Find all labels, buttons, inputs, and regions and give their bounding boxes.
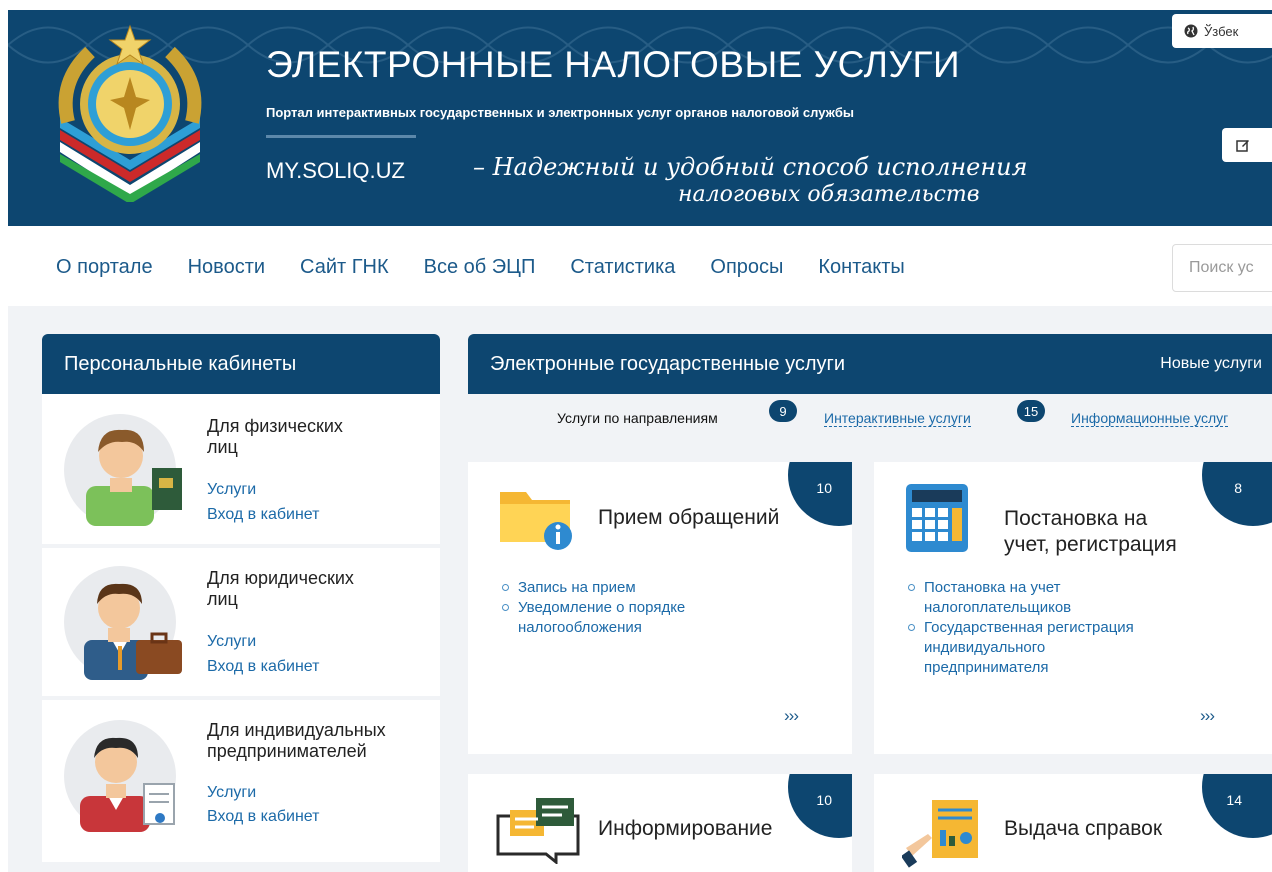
- cabinets-header: Персональные кабинеты: [42, 334, 440, 394]
- slogan-line-1: – Надежный и удобный способ исполнения: [473, 153, 1028, 181]
- certificate-icon: [902, 800, 978, 868]
- individual-person-icon: [64, 414, 182, 526]
- count-badge-number: 10: [816, 792, 832, 808]
- cabinet-title-line1: Для физических: [207, 416, 343, 436]
- service-card-appeals[interactable]: 10 Прием обращений Запись на прием Уведо…: [468, 462, 852, 754]
- nav-contacts[interactable]: Контакты: [818, 256, 904, 279]
- service-card-title-line1: Постановка на: [1004, 507, 1148, 530]
- count-badge-number: 10: [816, 480, 832, 496]
- service-card-title: Информирование: [598, 817, 773, 840]
- page-title: ЭЛЕКТРОННЫЕ НАЛОГОВЫЕ УСЛУГИ: [266, 44, 961, 85]
- cabinet-card-legal: Для юридических лиц Услуги Вход в кабине…: [42, 548, 440, 696]
- count-badge-number: 14: [1226, 792, 1242, 808]
- cabinet-services-link[interactable]: Услуги: [207, 481, 256, 499]
- service-card-informing[interactable]: 10 Информирование: [468, 774, 852, 872]
- service-link[interactable]: Запись на прием: [500, 578, 685, 598]
- folder-info-icon: [500, 492, 572, 550]
- language-switch-button[interactable]: Ўзбек: [1172, 14, 1272, 48]
- service-link-continuation[interactable]: индивидуального: [906, 638, 1134, 658]
- tab-interactive[interactable]: Интерактивные услуги: [824, 410, 971, 427]
- language-label: Ўзбек: [1204, 23, 1239, 39]
- more-arrows-link[interactable]: ›››: [1200, 706, 1215, 726]
- globe-icon: [1184, 24, 1198, 38]
- cabinet-title-line1: Для индивидуальных: [207, 720, 386, 740]
- service-card-certificates[interactable]: 14 Выдача справок: [874, 774, 1272, 872]
- service-card-title: Выдача справок: [1004, 817, 1163, 840]
- nav-ecp[interactable]: Все об ЭЦП: [424, 256, 536, 279]
- service-link-continuation[interactable]: налогоплательщиков: [906, 598, 1134, 618]
- services-title: Электронные государственные услуги: [490, 352, 845, 375]
- business-person-icon: [64, 566, 182, 680]
- cabinet-login-link[interactable]: Вход в кабинет: [207, 658, 319, 676]
- calculator-icon: [906, 484, 968, 552]
- service-card-title: Прием обращений: [598, 506, 780, 529]
- service-link[interactable]: Постановка на учет: [906, 578, 1134, 598]
- cabinets-title: Персональные кабинеты: [64, 352, 297, 375]
- nav-polls[interactable]: Опросы: [710, 256, 783, 279]
- new-services-link[interactable]: Новые услуги: [1160, 355, 1262, 373]
- chat-bubbles-icon: [496, 798, 580, 864]
- edit-icon: [1236, 140, 1249, 152]
- slogan-domain: MY.SOLIQ.UZ: [266, 158, 405, 183]
- nav-news[interactable]: Новости: [188, 256, 265, 279]
- header-divider: [266, 135, 416, 138]
- cabinet-login-link[interactable]: Вход в кабинет: [207, 506, 319, 524]
- portal-subtitle: Портал интерактивных государственных и э…: [266, 105, 854, 120]
- search-input[interactable]: [1172, 244, 1272, 292]
- cabinet-card-individual: Для физических лиц Услуги Вход в кабинет: [42, 394, 440, 544]
- nav-gnk-site[interactable]: Сайт ГНК: [300, 256, 389, 279]
- cabinet-services-link[interactable]: Услуги: [207, 633, 256, 651]
- count-badge-number: 8: [1234, 480, 1242, 496]
- edit-button[interactable]: [1222, 128, 1272, 162]
- service-list: Запись на прием Уведомление о порядке на…: [500, 578, 685, 638]
- cabinet-title-line2: лиц: [207, 437, 238, 457]
- service-link-continuation[interactable]: налогообложения: [500, 618, 685, 638]
- service-link[interactable]: Уведомление о порядке: [500, 598, 685, 618]
- entrepreneur-icon: [64, 720, 176, 832]
- service-link-continuation[interactable]: предпринимателя: [906, 658, 1134, 678]
- cabinet-title-line2: лиц: [207, 589, 238, 609]
- state-emblem-logo: [58, 24, 202, 202]
- service-link[interactable]: Государственная регистрация: [906, 618, 1134, 638]
- cabinet-card-entrepreneur: Для индивидуальных предпринимателей Услу…: [42, 700, 440, 862]
- nav-statistics[interactable]: Статистика: [570, 256, 675, 279]
- tab-informational[interactable]: Информационные услуг: [1071, 410, 1229, 427]
- tab-count-badge: 15: [1017, 400, 1045, 422]
- site-header: ЭЛЕКТРОННЫЕ НАЛОГОВЫЕ УСЛУГИ Портал инте…: [8, 10, 1272, 226]
- services-header: Электронные государственные услуги Новые…: [468, 334, 1272, 394]
- main-nav: О портале Новости Сайт ГНК Все об ЭЦП Ст…: [56, 256, 905, 279]
- nav-about[interactable]: О портале: [56, 256, 153, 279]
- service-card-registration[interactable]: 8 Постановка на учет, регистрация Постан…: [874, 462, 1272, 754]
- more-arrows-link[interactable]: ›››: [784, 706, 799, 726]
- service-card-title-line2: учет, регистрация: [1004, 533, 1177, 556]
- tab-count-badge: 9: [769, 400, 797, 422]
- cabinet-services-link[interactable]: Услуги: [207, 784, 256, 802]
- cabinet-title-line1: Для юридических: [207, 568, 354, 588]
- service-list: Постановка на учет налогоплательщиков Го…: [906, 578, 1134, 696]
- slogan-line-2: налоговых обязательств: [678, 182, 980, 207]
- cabinet-login-link[interactable]: Вход в кабинет: [207, 808, 319, 826]
- cabinet-title-line2: предпринимателей: [207, 741, 367, 761]
- tab-by-directions[interactable]: Услуги по направлениям: [557, 410, 718, 426]
